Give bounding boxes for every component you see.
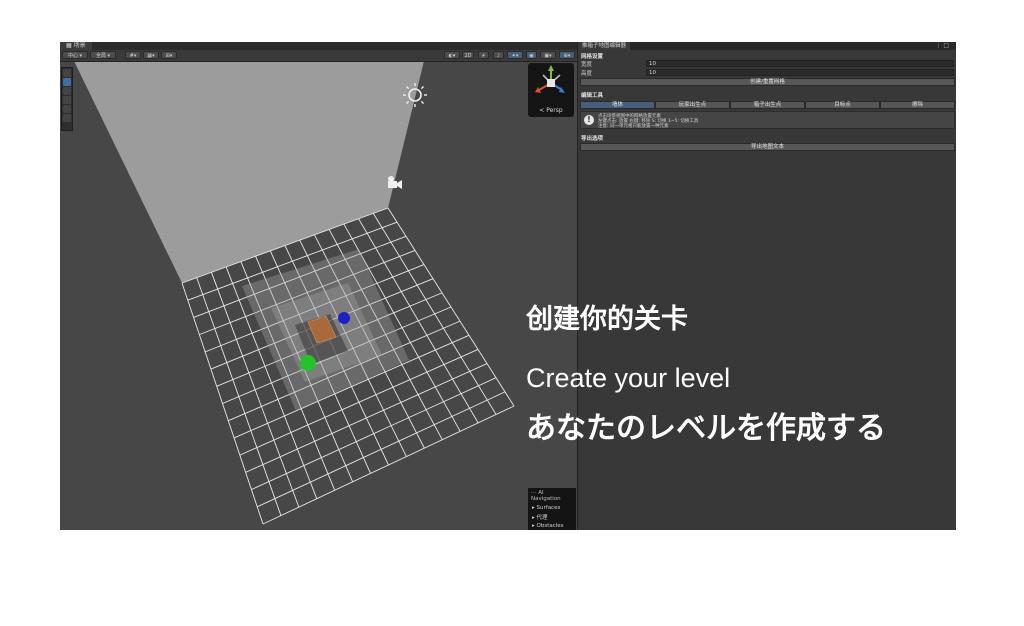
nav-item-obstacles[interactable]: ▸ Obstacles [528,522,576,530]
unity-editor: ▦ 场景 中心 ▾ 全局 ▾ #▾ ▦▾ ⊞▾ ◐▾ 2D ☀ ♪ ✦▾ ◉ ▣… [60,42,956,530]
rotate-tool[interactable] [63,87,71,95]
height-label: 高度 [581,71,593,77]
scene-tab-label: 场景 [73,42,86,49]
export-map-button[interactable]: 导出地图文本 [580,143,955,151]
edit-mode-toolbar: 墙体 玩家出生点 箱子出生点 目标点 擦除 [580,101,955,109]
scene-view[interactable]: ▦ 场景 中心 ▾ 全局 ▾ #▾ ▦▾ ⊞▾ ◐▾ 2D ☀ ♪ ✦▾ ◉ ▣… [60,42,577,530]
scene-viewport[interactable] [60,42,577,530]
tool-palette [61,67,73,131]
nav-item-label: Obstacles [536,523,564,529]
mode-target-button[interactable]: 目标点 [805,101,880,109]
edit-tools-heading: 编辑工具 [581,93,604,99]
axis-gizmo-icon [535,65,565,93]
rect-tool[interactable] [63,105,71,113]
toggle-2d-label: 2D [464,53,472,59]
snap-grid-button[interactable]: #▾ [125,51,141,59]
audio-toggle[interactable]: ♪ [493,51,504,59]
nav-item-label: 代理 [536,515,548,521]
map-editor-panel: 推箱子地图编辑器 ⋮ □ 网格设置 宽度 10 高度 10 创建/重置网格 编辑… [577,42,956,530]
tab-scene[interactable]: ▦ 场景 [60,42,92,50]
space-dropdown[interactable]: 全局 ▾ [90,51,116,59]
width-label: 宽度 [581,62,593,68]
draw-mode-dropdown[interactable]: ◐▾ [444,51,460,59]
mode-wall-button[interactable]: 墙体 [580,101,655,109]
player-spawn[interactable] [300,355,316,371]
lighting-toggle[interactable]: ☀ [478,51,489,59]
gizmos-dropdown[interactable]: ⊕▾ [559,51,575,59]
grid-line [262,405,515,525]
projection-label[interactable]: < Persp [528,107,574,114]
transform-tool[interactable] [63,114,71,122]
width-field[interactable]: 10 [646,60,954,67]
snap-increment-button[interactable]: ⊞▾ [161,51,177,59]
grid-visibility-button[interactable]: ▦▾ [143,51,159,59]
effects-dropdown[interactable]: ✦▾ [507,51,523,59]
hidden-objects-toggle[interactable]: ◉ [526,51,537,59]
caption-chinese: 创建你的关卡 [526,304,688,335]
tab-map-editor[interactable]: 推箱子地图编辑器 [578,42,631,50]
scale-tool[interactable] [63,96,71,104]
help-box: ! 点击场景视图中的网格放置元素 左键点击: 放置 右键: 移除 S: 切换 1… [580,111,955,129]
panel-menu-icon[interactable]: ⋮ □ [935,42,949,50]
help-line: 注意: 同一单元格只能放置一种元素 [598,124,669,129]
mode-erase-button[interactable]: 擦除 [880,101,955,109]
height-field[interactable]: 10 [646,69,954,76]
pivot-label: 中心 [67,53,78,59]
ai-navigation-overlay: ⋯ AI Navigation ▸ Surfaces ▸ 代理 ▸ Obstac… [528,488,576,530]
hand-tool[interactable] [63,69,71,77]
mode-player-spawn-button[interactable]: 玩家出生点 [655,101,730,109]
mode-box-spawn-button[interactable]: 箱子出生点 [730,101,805,109]
camera-settings-dropdown[interactable]: ▣▾ [540,51,556,59]
toggle-2d-button[interactable]: 2D [462,51,474,59]
nav-item-agents[interactable]: ▸ 代理 [528,512,576,522]
orientation-gizmo[interactable]: < Persp [528,63,574,117]
grid-settings-heading: 网格设置 [581,54,604,60]
scene-tab-icon: ▦ [66,42,74,49]
create-grid-button[interactable]: 创建/重置网格 [580,78,955,86]
grid-line [257,391,506,508]
space-label: 全局 [95,53,106,59]
scene-tab-bar: ▦ 场景 [60,42,577,50]
caption-japanese: あなたのレベルを作成する [526,411,886,446]
nav-item-label: Surfaces [536,505,561,511]
panel-tab-bar: 推箱子地图编辑器 ⋮ □ [578,42,956,50]
pivot-dropdown[interactable]: 中心 ▾ [62,51,88,59]
target-point[interactable] [338,312,350,324]
move-tool[interactable] [63,78,71,86]
nav-item-surfaces[interactable]: ▸ Surfaces [528,504,576,512]
export-options-heading: 导出选项 [581,136,604,142]
info-icon: ! [584,115,594,125]
scene-toolbar: 中心 ▾ 全局 ▾ #▾ ▦▾ ⊞▾ ◐▾ 2D ☀ ♪ ✦▾ ◉ ▣▾ ⊕▾ [60,50,577,62]
caption-english: Create your level [526,363,731,393]
